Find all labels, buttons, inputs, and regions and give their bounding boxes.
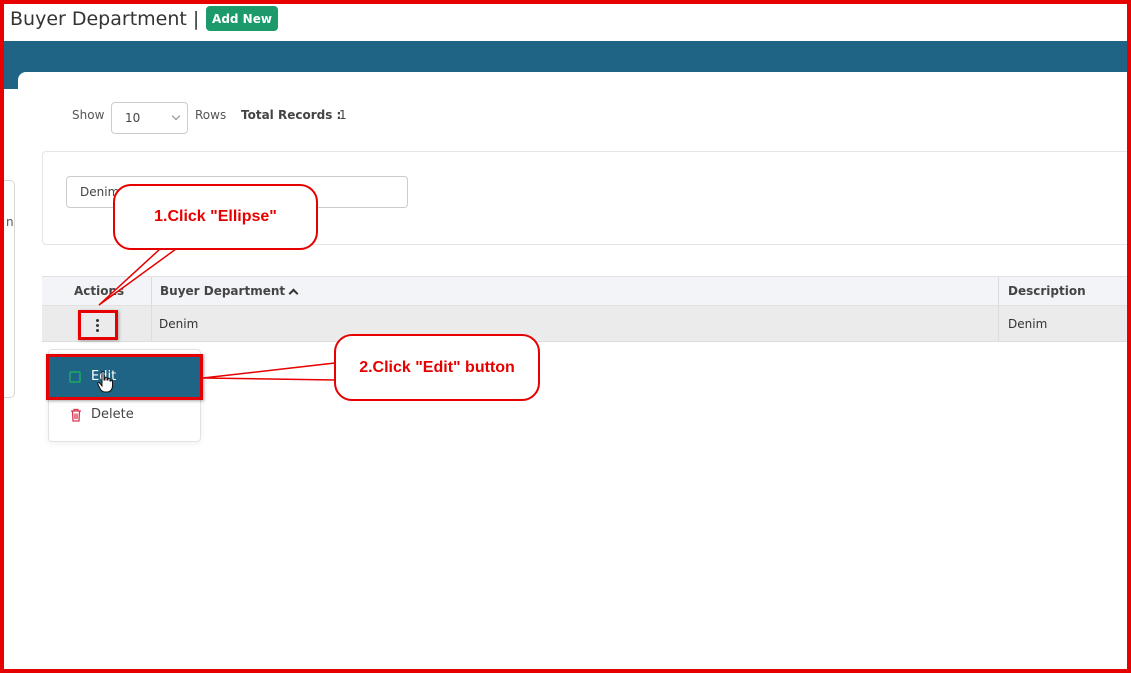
table-header: Actions Buyer Department Description	[42, 276, 1131, 306]
menu-item-delete[interactable]: Delete	[49, 400, 200, 432]
column-header-actions: Actions	[74, 284, 125, 298]
column-header-label: Buyer Department	[160, 284, 286, 298]
annotation-callout-step2: 2.Click "Edit" button	[334, 334, 540, 401]
annotation-step1-text: 1.Click "Ellipse"	[154, 208, 277, 225]
chevron-up-icon	[288, 288, 299, 299]
menu-item-delete-label: Delete	[91, 407, 134, 422]
annotation-step2-text: 2.Click "Edit" button	[359, 358, 515, 376]
page-title: Buyer Department |	[10, 8, 200, 30]
column-header-buyer-department[interactable]: Buyer Department	[160, 284, 299, 299]
annotation-callout-step1: 1.Click "Ellipse"	[113, 184, 318, 250]
column-divider	[998, 277, 999, 305]
cell-buyer-department: Denim	[159, 317, 199, 331]
chevron-down-icon	[171, 111, 181, 121]
show-label: Show	[72, 108, 105, 122]
row-actions-button[interactable]	[78, 310, 118, 340]
column-divider	[151, 277, 152, 305]
hand-pointer-icon	[97, 371, 113, 393]
rows-label: Rows	[195, 108, 227, 122]
total-records-label: Total Records :	[241, 108, 342, 122]
total-records-value: 1	[339, 108, 347, 122]
collapsed-side-panel-tab[interactable]: n	[4, 180, 15, 398]
rows-per-page-value: 10	[125, 111, 141, 125]
add-new-button[interactable]: Add New	[206, 6, 278, 31]
column-divider	[998, 306, 999, 341]
rows-per-page-select[interactable]: 10	[111, 102, 188, 134]
table-row: Denim Denim	[42, 306, 1131, 342]
menu-item-edit[interactable]: Edit	[46, 354, 203, 400]
trash-icon	[71, 408, 81, 422]
cell-description: Denim	[1008, 317, 1048, 331]
column-header-description: Description	[1008, 284, 1086, 298]
ellipsis-vertical-icon	[96, 319, 99, 332]
column-divider	[151, 306, 152, 341]
top-header: Buyer Department | Add New	[4, 4, 1127, 41]
side-panel-tab-label: n	[6, 215, 14, 229]
edit-square-icon	[69, 371, 81, 383]
